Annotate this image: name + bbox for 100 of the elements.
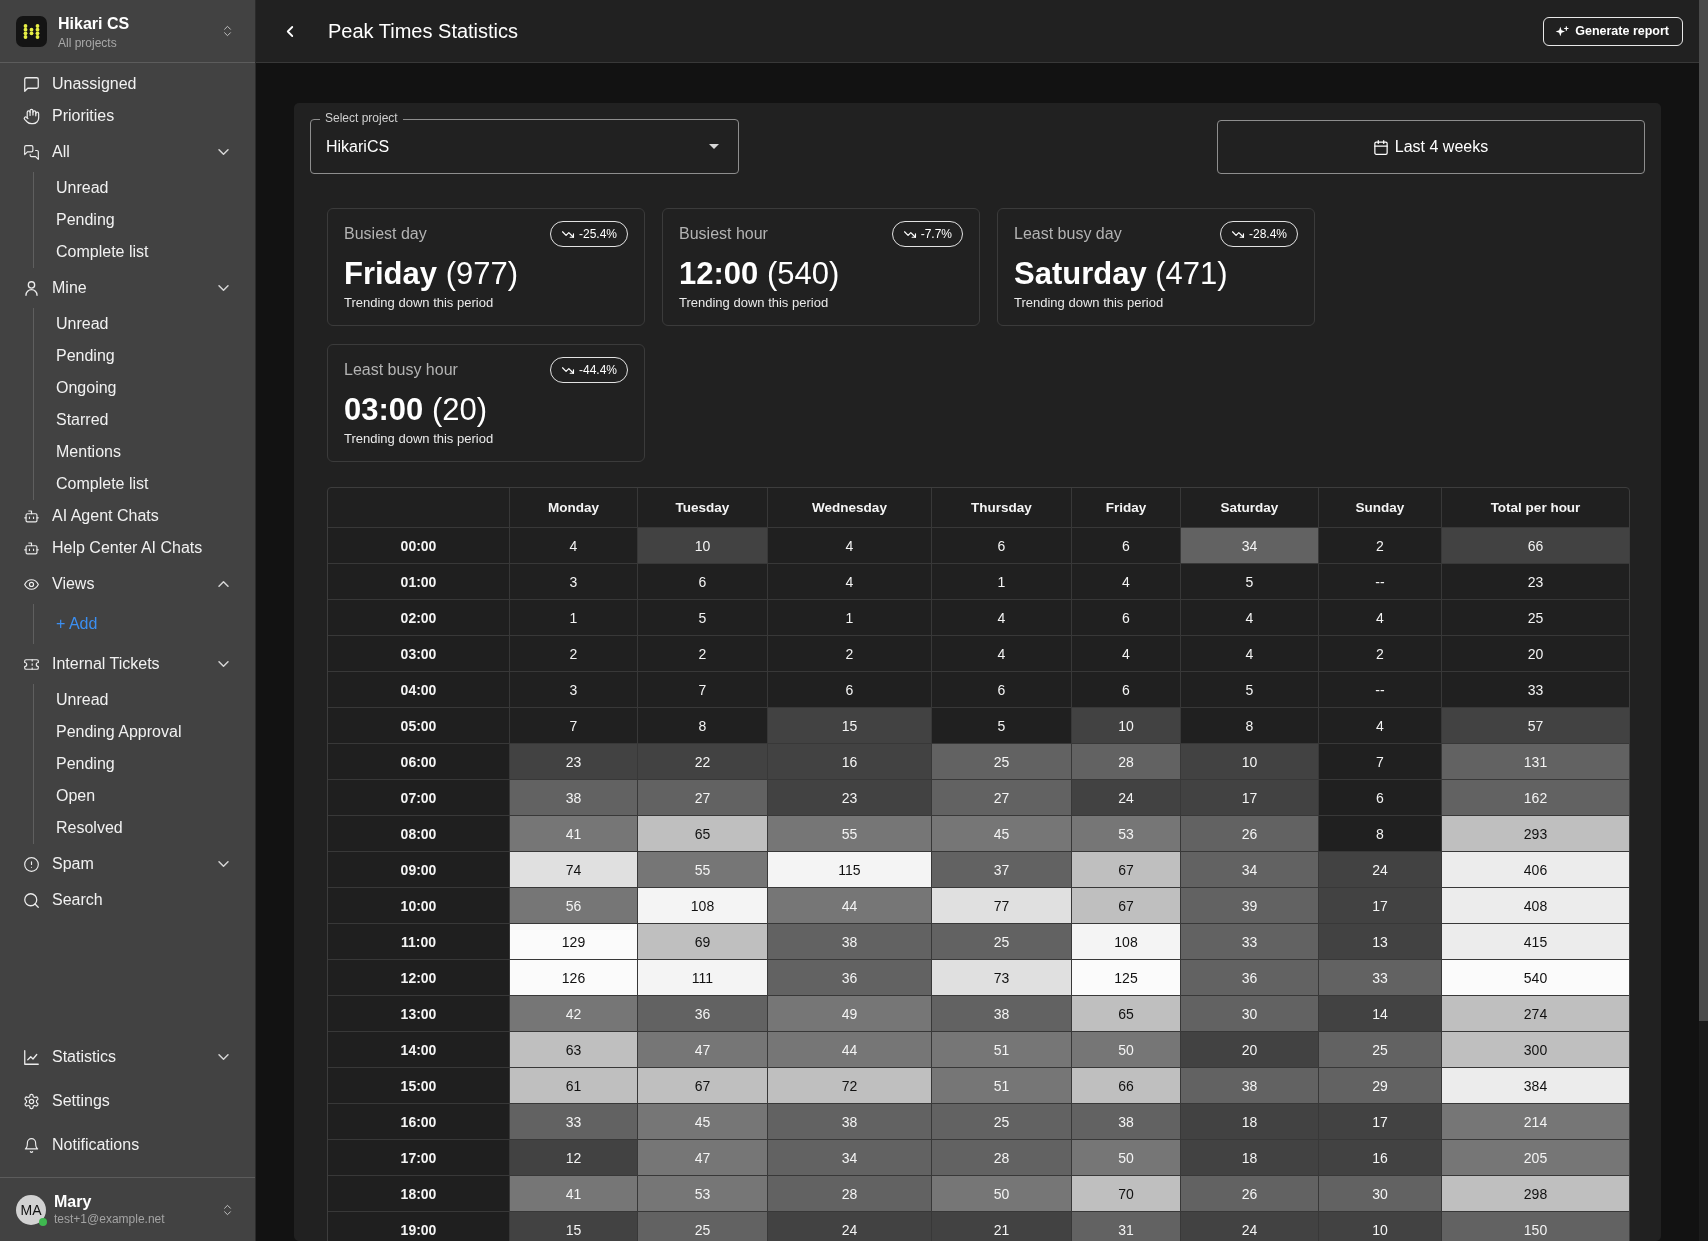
table-cell: 5 [1181, 672, 1319, 708]
table-cell: 6 [1319, 780, 1442, 816]
nav-subitem[interactable]: Starred [34, 404, 109, 436]
table-cell: 38 [768, 1104, 932, 1140]
table-cell: 38 [510, 780, 638, 816]
nav-subitem[interactable]: Unread [34, 308, 109, 340]
nav-item[interactable]: Views [24, 570, 218, 598]
nav-item[interactable]: Search [24, 886, 229, 914]
nav-subitem[interactable]: Ongoing [34, 372, 117, 404]
table-cell: 56 [510, 888, 638, 924]
calendar-icon [1373, 139, 1388, 155]
chevron-down-icon[interactable] [218, 285, 229, 291]
table-cell: 540 [1442, 960, 1629, 996]
nav-subitem[interactable]: Mentions [34, 436, 121, 468]
table-cell: 6 [638, 564, 768, 600]
nav-subitem[interactable]: Pending Approval [34, 716, 182, 748]
table-cell: 55 [768, 816, 932, 852]
row-header: 17:00 [328, 1140, 510, 1176]
table-cell: 34 [1181, 852, 1319, 888]
line-chart-icon [24, 1049, 39, 1065]
nav-item[interactable]: All [24, 138, 218, 166]
table-cell: 27 [638, 780, 768, 816]
table-cell: 69 [638, 924, 768, 960]
table-cell: 13 [1319, 924, 1442, 960]
table-cell: 6 [768, 672, 932, 708]
table-cell: 38 [1072, 1104, 1181, 1140]
user-name: Mary [54, 1193, 92, 1211]
workspace-name: Hikari CS [58, 15, 130, 33]
nav-subitem[interactable]: Pending [34, 204, 115, 236]
row-header: 06:00 [328, 744, 510, 780]
table-cell: 10 [1181, 744, 1319, 780]
table-cell: 415 [1442, 924, 1629, 960]
nav-subitem[interactable]: Unread [34, 684, 109, 716]
nav-subitem[interactable]: Pending [34, 748, 115, 780]
nav-item[interactable]: Spam [24, 850, 218, 878]
date-range-button[interactable]: Last 4 weeks [1217, 120, 1645, 174]
nav-subitem[interactable]: Unread [34, 172, 109, 204]
table-cell: 51 [932, 1068, 1072, 1104]
table-cell: 4 [932, 600, 1072, 636]
chevrons-up-down-icon[interactable] [224, 1203, 231, 1216]
nav-item[interactable]: Notifications [24, 1131, 229, 1159]
table-cell: 384 [1442, 1068, 1629, 1104]
table-cell: 16 [768, 744, 932, 780]
nav-item[interactable]: Unassigned [24, 70, 229, 98]
generate-report-button[interactable]: Generate report [1543, 16, 1683, 46]
nav-item[interactable]: Internal Tickets [24, 650, 218, 678]
table-cell: 15 [510, 1212, 638, 1241]
table-cell: 50 [1072, 1140, 1181, 1176]
logo-icon [16, 15, 47, 47]
table-cell: 126 [510, 960, 638, 996]
table-cell: 63 [510, 1032, 638, 1068]
table-cell: 51 [932, 1032, 1072, 1068]
table-cell: 25 [932, 924, 1072, 960]
hand-icon [24, 108, 39, 124]
chevron-up-icon[interactable] [218, 581, 229, 587]
scrollbar[interactable] [1699, 0, 1708, 1021]
table-cell: 5 [638, 600, 768, 636]
nav-item[interactable]: AI Agent Chats [24, 502, 229, 530]
table-cell: 7 [638, 672, 768, 708]
chevrons-up-down-icon[interactable] [224, 25, 231, 37]
table-cell: 24 [1072, 780, 1181, 816]
table-cell: 6 [1072, 600, 1181, 636]
table-cell: 8 [638, 708, 768, 744]
table-cell: 10 [1072, 708, 1181, 744]
robot-icon [24, 508, 39, 524]
table-cell: 17 [1319, 1104, 1442, 1140]
table-cell: 6 [1072, 528, 1181, 564]
chevron-down-icon[interactable] [218, 861, 229, 867]
table-cell: 44 [768, 1032, 932, 1068]
chevron-down-icon[interactable] [218, 149, 229, 155]
table-cell: 18 [1181, 1104, 1319, 1140]
nav-subitem[interactable]: Open [34, 780, 96, 812]
nav-item[interactable]: Mine [24, 274, 218, 302]
nav-item[interactable]: Statistics [24, 1043, 218, 1071]
nav-item[interactable]: Priorities [24, 102, 229, 130]
table-cell: 25 [932, 1104, 1072, 1140]
table-cell: 72 [768, 1068, 932, 1104]
alert-circle-icon [24, 856, 39, 872]
stat-value: Friday (977) [344, 256, 519, 292]
table-cell: 30 [1181, 996, 1319, 1032]
nav-subitem[interactable]: Complete list [34, 468, 149, 500]
table-cell: 36 [1181, 960, 1319, 996]
chevron-down-icon[interactable] [218, 1054, 229, 1060]
nav-item[interactable]: Help Center AI Chats [24, 534, 229, 562]
chevron-down-icon[interactable] [218, 661, 229, 667]
trend-percent: -44.4% [578, 363, 617, 377]
chat-bubble-icon [24, 76, 39, 92]
table-cell: 67 [1072, 852, 1181, 888]
table-cell: 3 [510, 672, 638, 708]
page-title: Peak Times Statistics [328, 19, 520, 43]
table-cell: 50 [1072, 1032, 1181, 1068]
table-cell: 8 [1181, 708, 1319, 744]
nav-subitem[interactable]: Complete list [34, 236, 149, 268]
eye-icon [24, 576, 39, 592]
table-cell: 65 [638, 816, 768, 852]
nav-subitem[interactable]: Pending [34, 340, 115, 372]
nav-subitem[interactable]: Resolved [34, 812, 123, 844]
row-header: 14:00 [328, 1032, 510, 1068]
row-header: 00:00 [328, 528, 510, 564]
nav-item[interactable]: Settings [24, 1087, 229, 1115]
